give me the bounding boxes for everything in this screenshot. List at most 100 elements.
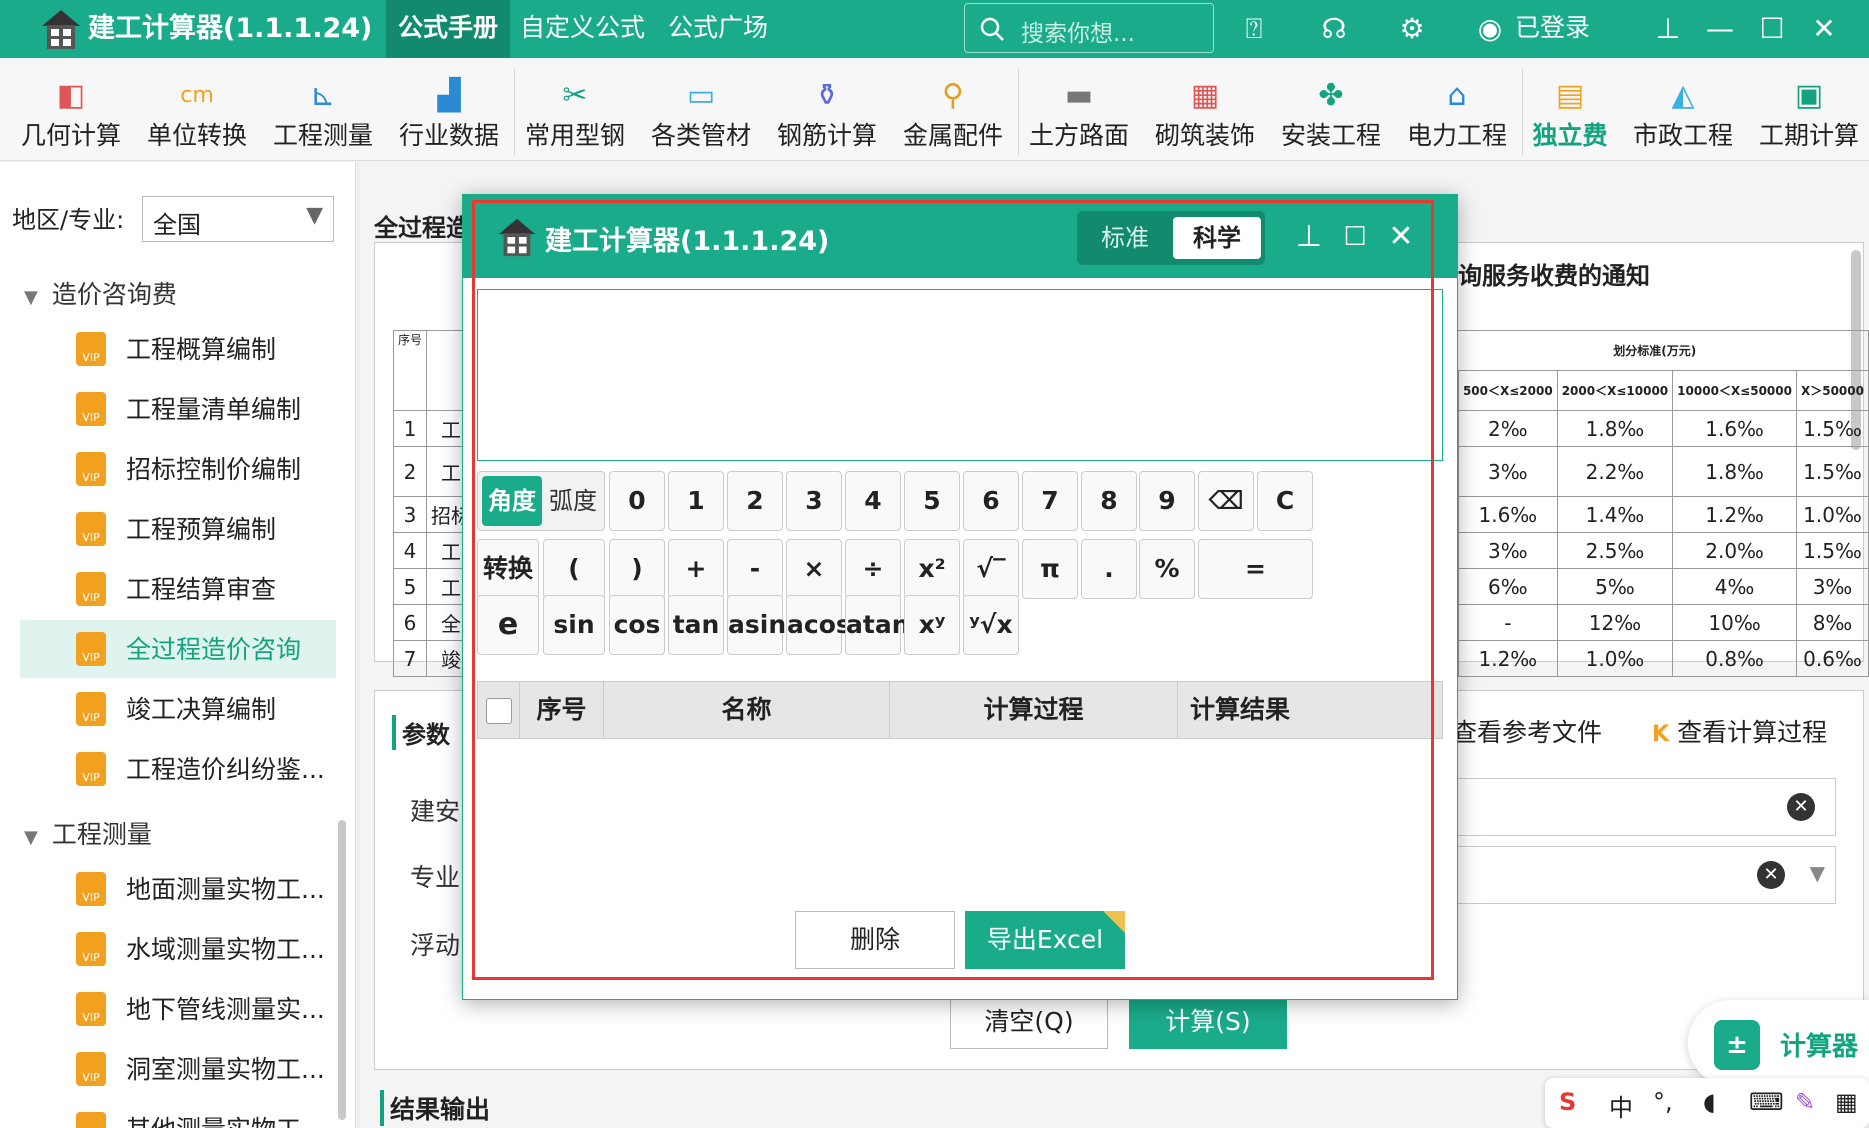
key-multiply[interactable]: × xyxy=(786,539,842,599)
key-convert[interactable]: 转换 xyxy=(477,539,539,599)
select-all-checkbox[interactable] xyxy=(486,698,512,724)
key-6[interactable]: 6 xyxy=(963,471,1019,531)
angle-degree-button[interactable]: 角度 xyxy=(482,476,542,526)
view-reference-link[interactable]: 查看参考文件 xyxy=(1452,713,1602,749)
key-square[interactable]: x² xyxy=(904,539,960,599)
tool-independent-fee[interactable]: ▤ 独立费 xyxy=(1507,58,1633,160)
angle-radian-button[interactable]: 弧度 xyxy=(544,476,602,526)
key-divide[interactable]: ÷ xyxy=(845,539,901,599)
keyboard-icon[interactable]: ⌨ xyxy=(1749,1088,1784,1116)
tool-schedule[interactable]: ▣ 工期计算 xyxy=(1746,58,1869,160)
floating-calculator-button[interactable]: ± 计算器 xyxy=(1688,1000,1869,1086)
help-icon[interactable]: ⍰ xyxy=(1236,11,1272,47)
menu-grid-icon[interactable]: ▦ xyxy=(1835,1088,1858,1116)
key-nth-root[interactable]: ʸ√x xyxy=(963,595,1019,655)
tree-item[interactable]: VIP 工程预算编制 xyxy=(20,500,336,558)
tool-unit-convert[interactable]: cm 单位转换 xyxy=(134,58,260,160)
key-3[interactable]: 3 xyxy=(786,471,842,531)
view-process-link[interactable]: K 查看计算过程 xyxy=(1652,713,1827,749)
clear-button[interactable]: 清空(Q) xyxy=(950,995,1108,1049)
tool-metal-fittings[interactable]: ⚲ 金属配件 xyxy=(890,58,1016,160)
key-equals[interactable]: = xyxy=(1198,539,1313,599)
tree-item[interactable]: VIP 地下管线测量实... xyxy=(20,980,336,1038)
calculator-display[interactable] xyxy=(477,289,1443,461)
tree-item[interactable]: VIP 竣工决算编制 xyxy=(20,680,336,738)
login-status[interactable]: 已登录 xyxy=(1515,10,1590,46)
tree-item[interactable]: VIP 工程概算编制 xyxy=(20,320,336,378)
key-atan[interactable]: atan xyxy=(845,595,910,655)
tab-scientific[interactable]: 科学 xyxy=(1173,217,1261,259)
tab-standard[interactable]: 标准 xyxy=(1081,217,1169,259)
key-sin[interactable]: sin xyxy=(543,595,605,655)
param-select-specialty[interactable]: ✕ ▼ xyxy=(1440,846,1836,904)
tool-installation[interactable]: ✤ 安装工程 xyxy=(1268,58,1394,160)
nav-formula-square[interactable]: 公式广场 xyxy=(656,0,780,58)
clear-icon[interactable]: ✕ xyxy=(1787,793,1815,821)
tree-item[interactable]: VIP 水域测量实物工... xyxy=(20,920,336,978)
key-power[interactable]: xʸ xyxy=(904,595,960,655)
tool-pipes[interactable]: ▭ 各类管材 xyxy=(638,58,764,160)
user-icon[interactable]: ◉ xyxy=(1472,11,1508,47)
key-e[interactable]: e xyxy=(477,595,539,655)
support-icon[interactable]: ☊ xyxy=(1316,11,1352,47)
tree-item[interactable]: VIP 招标控制价编制 xyxy=(20,440,336,498)
key-1[interactable]: 1 xyxy=(668,471,724,531)
microphone-icon[interactable]: ◖ xyxy=(1703,1088,1716,1116)
key-close-paren[interactable]: ) xyxy=(609,539,665,599)
key-pi[interactable]: π xyxy=(1022,539,1078,599)
tool-steel[interactable]: ✂ 常用型钢 xyxy=(512,58,638,160)
key-7[interactable]: 7 xyxy=(1022,471,1078,531)
tree-item[interactable]: VIP其他测量实物工... xyxy=(20,1100,336,1128)
tool-industry-data[interactable]: ▟ 行业数据 xyxy=(386,58,512,160)
search-input[interactable]: 搜索你想... xyxy=(964,3,1214,53)
nav-formula-manual[interactable]: 公式手册 xyxy=(386,0,511,58)
tool-power[interactable]: ⌂ 电力工程 xyxy=(1394,58,1520,160)
tree-item[interactable]: VIP 工程量清单编制 xyxy=(20,380,336,438)
pin-icon[interactable]: ⊥ xyxy=(1289,217,1329,257)
pin-icon[interactable]: ⊥ xyxy=(1650,11,1686,47)
tool-masonry[interactable]: ▦ 砌筑装饰 xyxy=(1142,58,1268,160)
key-decimal[interactable]: . xyxy=(1081,539,1137,599)
export-excel-button[interactable]: 导出Excel xyxy=(965,911,1125,969)
tool-survey[interactable]: ⊾ 工程测量 xyxy=(260,58,386,160)
key-open-paren[interactable]: ( xyxy=(543,539,605,599)
key-2[interactable]: 2 xyxy=(727,471,783,531)
tool-municipal[interactable]: ◭ 市政工程 xyxy=(1620,58,1746,160)
key-plus[interactable]: + xyxy=(668,539,724,599)
key-sqrt[interactable]: √‾ xyxy=(963,539,1019,599)
key-tan[interactable]: tan xyxy=(668,595,724,655)
key-percent[interactable]: % xyxy=(1139,539,1195,599)
tree-item-selected[interactable]: VIP 全过程造价咨询 xyxy=(20,620,336,678)
close-icon[interactable]: ✕ xyxy=(1381,217,1421,257)
tree-item[interactable]: VIP 工程造价纠纷鉴... xyxy=(20,740,336,798)
tree-item[interactable]: VIP 工程结算审查 xyxy=(20,560,336,618)
tree-item[interactable]: VIP 地面测量实物工... xyxy=(20,860,336,918)
key-4[interactable]: 4 xyxy=(845,471,901,531)
sogou-logo-icon[interactable]: S xyxy=(1559,1088,1576,1116)
param-input-amount[interactable]: ✕ xyxy=(1440,778,1836,836)
tree-group-survey[interactable]: ▼ 工程测量 xyxy=(24,815,152,851)
clear-icon[interactable]: ✕ xyxy=(1757,861,1785,889)
backspace-icon[interactable]: ⌫ xyxy=(1198,471,1254,531)
close-icon[interactable]: ✕ xyxy=(1806,11,1842,47)
ime-punct-toggle[interactable]: °, xyxy=(1653,1088,1673,1116)
maximize-icon[interactable]: ☐ xyxy=(1335,217,1375,257)
key-clear[interactable]: C xyxy=(1257,471,1313,531)
tree-item[interactable]: VIP 洞室测量实物工... xyxy=(20,1040,336,1098)
tool-rebar[interactable]: ⚱ 钢筋计算 xyxy=(764,58,890,160)
tool-geometry[interactable]: ◧ 几何计算 xyxy=(8,58,134,160)
region-select[interactable]: 全国 ▼ xyxy=(142,196,334,242)
key-9[interactable]: 9 xyxy=(1139,471,1195,531)
key-asin[interactable]: asin xyxy=(727,595,786,655)
skin-icon[interactable]: ✎ xyxy=(1795,1088,1815,1116)
tool-earthwork[interactable]: ▬ 土方路面 xyxy=(1016,58,1142,160)
key-cos[interactable]: cos xyxy=(609,595,665,655)
gear-icon[interactable]: ⚙ xyxy=(1394,11,1430,47)
maximize-icon[interactable]: ☐ xyxy=(1754,11,1790,47)
key-minus[interactable]: - xyxy=(727,539,783,599)
key-8[interactable]: 8 xyxy=(1081,471,1137,531)
key-5[interactable]: 5 xyxy=(904,471,960,531)
minimize-icon[interactable]: — xyxy=(1702,11,1738,47)
nav-custom-formula[interactable]: 自定义公式 xyxy=(508,0,657,58)
tree-group-cost-consulting[interactable]: ▼ 造价咨询费 xyxy=(24,275,177,311)
